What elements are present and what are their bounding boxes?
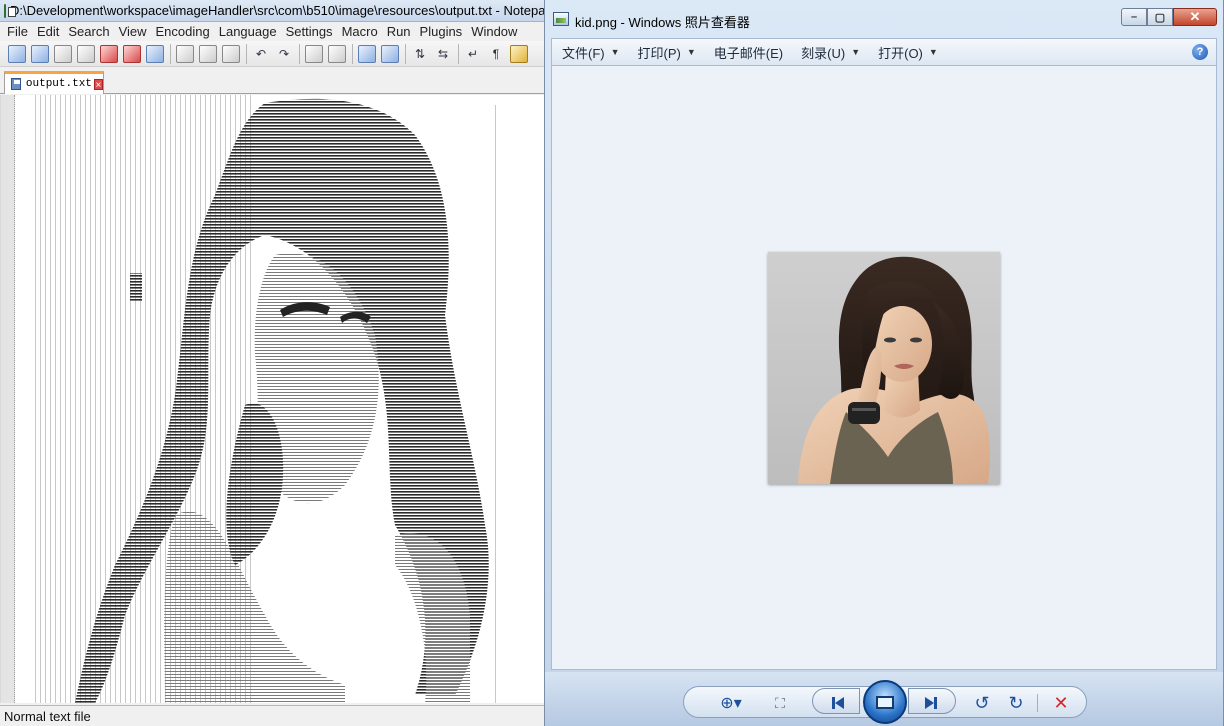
photo-viewer-title: kid.png - Windows 照片查看器	[575, 15, 750, 30]
tab-label: output.txt	[25, 78, 92, 90]
toolbar-separator	[458, 43, 459, 64]
image-canvas[interactable]	[551, 66, 1217, 670]
window-controls: – ▢ ✕	[1121, 8, 1217, 26]
rotate-left-icon[interactable]: ↺	[971, 692, 993, 714]
photo-viewer-window: kid.png - Windows 照片查看器 – ▢ ✕ 文件(F) ▼ 打印(…	[544, 0, 1224, 726]
notepad-menu-bar: File Edit Search View Encoding Language …	[0, 22, 546, 41]
photo-viewer-app-icon	[553, 12, 569, 26]
save-all-icon[interactable]	[77, 44, 95, 63]
dropdown-arrow-icon: ▼	[610, 47, 620, 57]
menu-run[interactable]: Run	[384, 24, 417, 39]
menu-email-cn[interactable]: 电子邮件(E)	[714, 43, 783, 62]
dropdown-arrow-icon: ▼	[851, 47, 861, 57]
ascii-art-text	[33, 95, 499, 703]
menu-open-cn-label: 打开(O)	[878, 45, 923, 61]
close-button[interactable]: ✕	[1173, 8, 1217, 26]
dropdown-arrow-icon: ▼	[928, 47, 938, 57]
previous-icon[interactable]	[827, 692, 849, 714]
menu-burn-cn[interactable]: 刻录(U) ▼	[801, 43, 860, 62]
file-saved-icon	[11, 78, 21, 90]
indent-guide-icon[interactable]	[510, 44, 528, 63]
notepad-title-bar[interactable]: D:\Development\workspace\imageHandler\sr…	[0, 0, 546, 22]
notepad-window: D:\Development\workspace\imageHandler\sr…	[0, 0, 546, 726]
notepad-tab-bar: output.txt ×	[0, 68, 546, 94]
paste-icon[interactable]	[222, 44, 240, 63]
menu-file[interactable]: File	[4, 24, 34, 39]
menu-macro[interactable]: Macro	[339, 24, 384, 39]
print-icon[interactable]	[146, 44, 164, 63]
find-icon[interactable]	[305, 44, 323, 63]
menu-open-cn[interactable]: 打开(O) ▼	[878, 43, 938, 62]
show-all-chars-icon[interactable]: ¶	[487, 45, 505, 63]
sync-horizontal-icon[interactable]: ⇆	[434, 45, 452, 63]
menu-edit[interactable]: Edit	[34, 24, 65, 39]
notepad-title: D:\Development\workspace\imageHandler\sr…	[10, 3, 546, 18]
menu-search[interactable]: Search	[65, 24, 115, 39]
menu-print-cn[interactable]: 打印(P) ▼	[638, 43, 696, 62]
toolbar-separator	[170, 43, 171, 64]
menu-settings[interactable]: Settings	[283, 24, 339, 39]
next-icon[interactable]	[920, 692, 942, 714]
copy-icon[interactable]	[199, 44, 217, 63]
toolbar-separator	[246, 43, 247, 64]
controls-separator	[1037, 694, 1038, 712]
save-icon[interactable]	[54, 44, 72, 63]
delete-icon[interactable]: ✕	[1050, 692, 1072, 714]
word-wrap-icon[interactable]: ↵	[464, 45, 482, 63]
notepad-app-icon	[4, 3, 16, 18]
zoom-icon[interactable]: ⊕▾	[713, 692, 749, 714]
cut-icon[interactable]	[176, 44, 194, 63]
tab-output-txt[interactable]: output.txt ×	[4, 71, 104, 94]
text-editor[interactable]	[0, 95, 546, 703]
status-bar: Normal text file	[0, 705, 546, 726]
menu-print-cn-label: 打印(P)	[637, 45, 681, 61]
menu-file-cn[interactable]: 文件(F) ▼	[562, 43, 620, 62]
toolbar-separator	[352, 43, 353, 64]
photo-viewer-menu-bar: 文件(F) ▼ 打印(P) ▼ 电子邮件(E) 刻录(U) ▼ 打开(O) ▼ ?	[551, 38, 1217, 66]
zoom-in-icon[interactable]	[358, 44, 376, 63]
rotate-right-icon[interactable]: ↻	[1005, 692, 1027, 714]
close-icon[interactable]	[100, 44, 118, 63]
file-type-status: Normal text file	[4, 708, 91, 724]
menu-language[interactable]: Language	[216, 24, 283, 39]
tab-close-icon[interactable]: ×	[93, 78, 103, 91]
menu-burn-cn-label: 刻录(U)	[801, 45, 846, 61]
fold-margin	[1, 95, 15, 703]
new-file-icon[interactable]	[8, 44, 26, 63]
close-all-icon[interactable]	[123, 44, 141, 63]
menu-plugins[interactable]: Plugins	[417, 24, 469, 39]
menu-encoding[interactable]: Encoding	[153, 24, 216, 39]
menu-file-cn-label: 文件(F)	[562, 45, 605, 61]
open-file-icon[interactable]	[31, 44, 49, 63]
notepad-toolbar: ↶ ↷ ⇅ ⇆ ↵ ¶	[0, 41, 546, 67]
menu-email-cn-label: 电子邮件(E)	[713, 45, 784, 61]
slideshow-icon[interactable]	[863, 680, 907, 724]
sync-vertical-icon[interactable]: ⇅	[411, 45, 429, 63]
toolbar-separator	[405, 43, 406, 64]
photo-viewer-controls: ⊕▾ ⛶ ↺ ↻ ✕	[545, 672, 1223, 726]
minimize-button[interactable]: –	[1121, 8, 1147, 26]
dropdown-arrow-icon: ▼	[686, 47, 696, 57]
redo-icon[interactable]: ↷	[275, 45, 293, 63]
replace-icon[interactable]	[328, 44, 346, 63]
actual-size-icon[interactable]: ⛶	[769, 692, 791, 714]
help-icon[interactable]: ?	[1192, 44, 1208, 60]
menu-window[interactable]: Window	[468, 24, 523, 39]
toolbar-separator	[299, 43, 300, 64]
portrait-photo	[768, 252, 1000, 484]
zoom-out-icon[interactable]	[381, 44, 399, 63]
menu-view[interactable]: View	[116, 24, 153, 39]
undo-icon[interactable]: ↶	[252, 45, 270, 63]
maximize-button[interactable]: ▢	[1147, 8, 1173, 26]
